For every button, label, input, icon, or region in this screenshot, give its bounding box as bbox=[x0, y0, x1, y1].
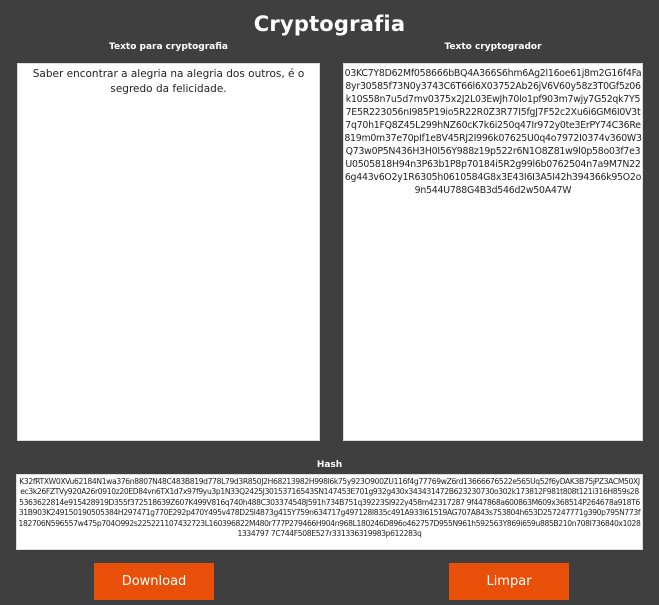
hash-field[interactable]: K32fRTXW0XVu62184N1wa376n8807N48C483B819… bbox=[16, 474, 643, 550]
plain-text-area[interactable]: Saber encontrar a alegria na alegria dos… bbox=[17, 63, 320, 441]
download-button[interactable]: Download bbox=[94, 563, 214, 600]
cipher-text-area[interactable]: 03KC7Y8D62Mf058666bBQ4A366S6hm6Ag2l16oe6… bbox=[343, 63, 643, 441]
page-title: Cryptografia bbox=[253, 12, 406, 36]
cipher-text-label: Texto cryptogrador bbox=[444, 42, 542, 52]
plain-text-label: Texto para cryptografia bbox=[109, 42, 228, 52]
hash-label: Hash bbox=[316, 460, 343, 470]
clear-button[interactable]: Limpar bbox=[449, 563, 569, 600]
